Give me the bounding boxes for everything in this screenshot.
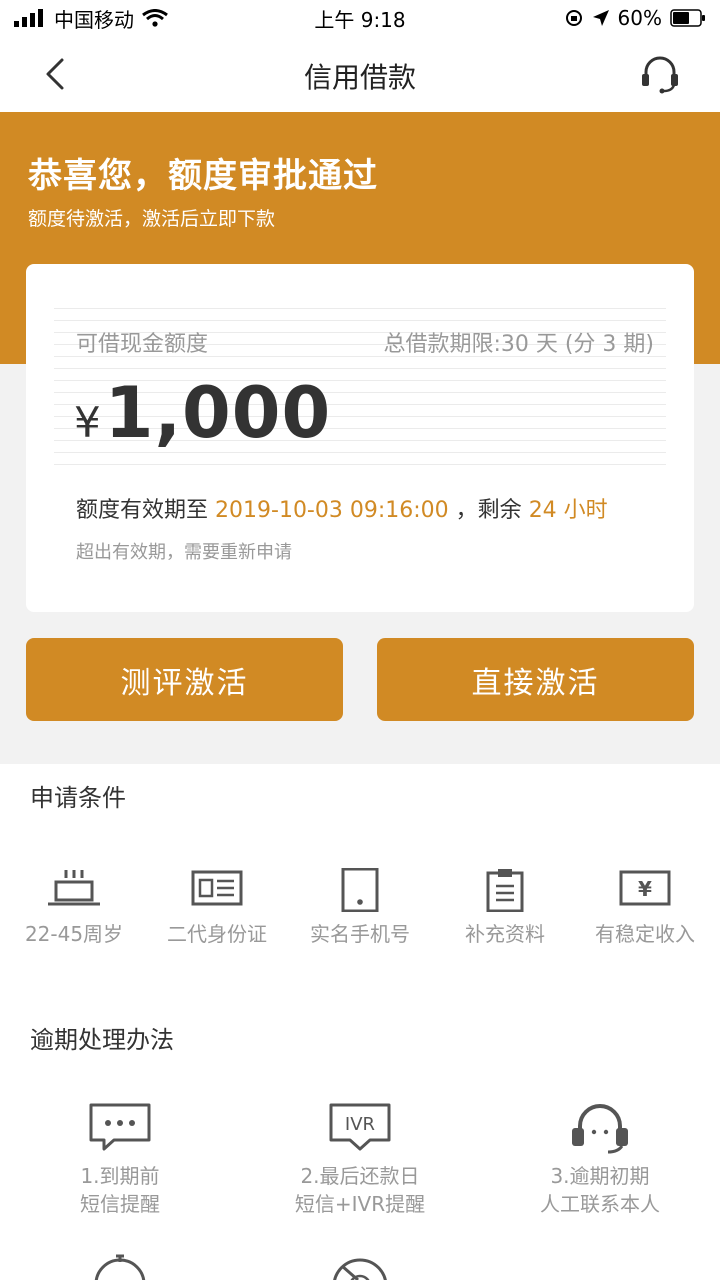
remaining-time: 24 小时 [528,498,608,523]
overdue-step-sms: 1.到期前 短信提醒 [0,1102,240,1218]
overdue-step-call: 3.逾期初期 人工联系本人 [480,1102,720,1218]
condition-label: 22-45周岁 [24,922,124,946]
overdue-section: 逾期处理办法 1.到期前 短信提醒 IVR 2.最后还款日 短信+IVR提醒 3… [0,994,720,1280]
credit-label: 可借现金额度 [76,332,209,357]
headset-icon[interactable] [638,54,682,94]
condition-label: 实名手机号 [310,922,410,946]
id-card-icon [191,870,243,906]
battery-percent: 60% [617,6,662,30]
prohibited-icon [333,1258,387,1280]
ivr-icon-text: IVR [345,1114,375,1135]
condition-label: 补充资料 [465,922,545,946]
overdue-step-line1: 1.到期前 [80,1164,160,1188]
overdue-step-line1: 2.最后还款日 [300,1164,420,1188]
rotation-lock-icon [565,10,582,26]
nav-bar: 信用借款 [0,36,720,112]
stopwatch-icon [94,1254,146,1280]
status-bar: 中国移动 上午 9:18 60% [0,0,720,36]
direct-activate-button[interactable]: 直接激活 [377,638,694,721]
condition-item-income: ¥ 有稳定收入 [573,868,717,947]
wifi-icon [142,9,168,27]
location-arrow-icon [592,10,609,26]
conditions-section: 申请条件 22-45周岁 二代身份证 实名手机号 补充资料 ¥ 有稳定收入 [0,764,720,994]
signal-icon [14,9,43,27]
carrier-name: 中国移动 [54,7,134,32]
credit-card: 可借现金额度 总借款期限:30 天 (分 3 期) ¥ 1,000 额度有效期至… [26,264,694,612]
status-right: 60% [564,6,706,30]
validity-prefix: 额度有效期至 [76,498,209,523]
condition-item-id: 二代身份证 [145,868,289,947]
overdue-step-line1: 3.逾期初期 [550,1164,650,1188]
condition-label: 有稳定收入 [595,922,695,946]
phone-icon [341,868,379,912]
expiry-note: 超出有效期，需要重新申请 [76,542,292,563]
overdue-step-line2: 短信提醒 [80,1192,160,1216]
approval-subtitle: 额度待激活，激活后立即下款 [28,208,276,230]
credit-amount: ¥ 1,000 [74,372,331,454]
status-left: 中国移动 [14,4,168,33]
overdue-title: 逾期处理办法 [30,1026,174,1054]
validity-separator: ，剩余 [455,498,522,523]
condition-item-info: 补充资料 [433,868,577,947]
term-label: 总借款期限:30 天 (分 3 期) [383,332,654,357]
validity-date: 2019-10-03 09:16:00 [215,498,449,523]
condition-label: 二代身份证 [167,922,267,946]
conditions-title: 申请条件 [30,784,126,812]
evaluate-activate-button[interactable]: 测评激活 [26,638,343,721]
page-title: 信用借款 [303,61,416,94]
condition-item-phone: 实名手机号 [288,868,432,947]
svg-text:¥: ¥ [638,877,652,901]
headset-icon [572,1104,628,1154]
overdue-step-ivr: IVR 2.最后还款日 短信+IVR提醒 [240,1102,480,1218]
validity-text: 额度有效期至 2019-10-03 09:16:00 ，剩余 24 小时 [76,492,608,524]
overdue-step-line2: 短信+IVR提醒 [294,1192,426,1216]
battery-icon [670,9,705,27]
sms-icon [89,1103,151,1151]
condition-item-age: 22-45周岁 [2,868,146,947]
currency-symbol: ¥ [74,398,101,447]
birthday-cake-icon [48,870,100,906]
ivr-icon: IVR [329,1103,391,1151]
approval-title: 恭喜您，额度审批通过 [28,156,378,196]
overdue-step-line2: 人工联系本人 [540,1192,660,1216]
income-icon: ¥ [619,870,671,906]
clipboard-icon [486,869,524,912]
amount-value: 1,000 [104,372,332,454]
